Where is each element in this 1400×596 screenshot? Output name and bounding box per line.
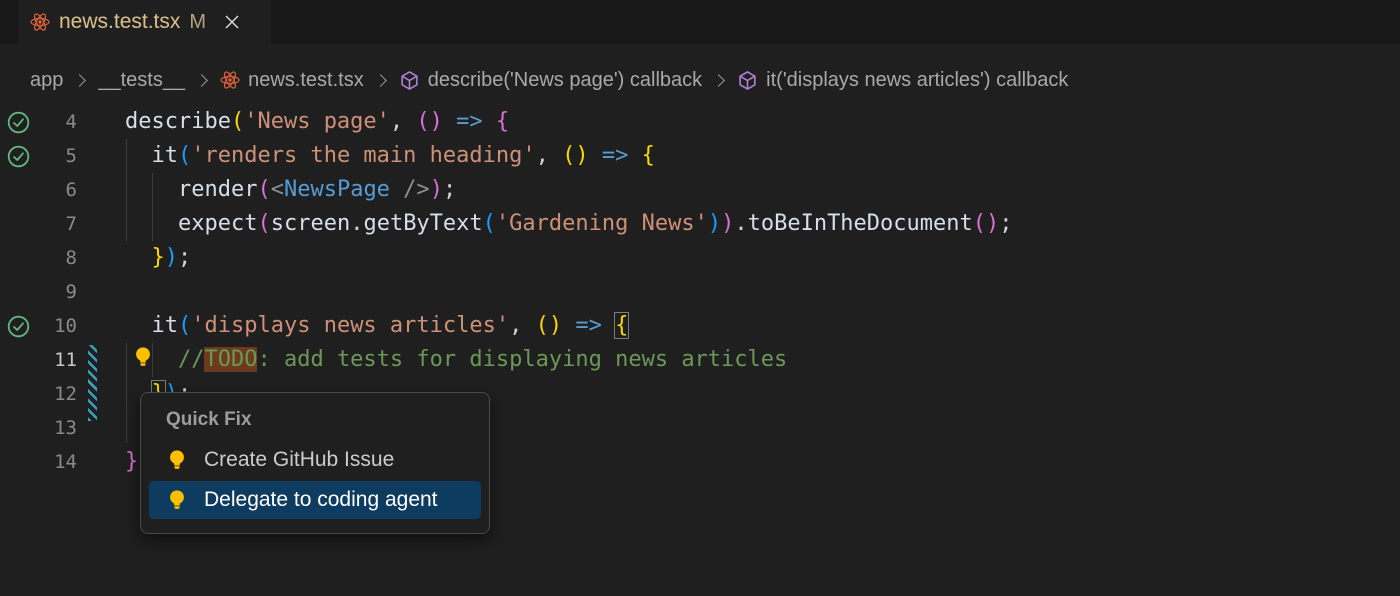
- vscode-editor-window: news.test.tsx M app __tests__ news.test.ts…: [0, 0, 1400, 596]
- breadcrumb-label: __tests__: [98, 69, 185, 92]
- quick-fix-item-delegate-to-coding-agent[interactable]: Delegate to coding agent: [149, 481, 481, 519]
- breadcrumb-item[interactable]: news.test.tsx: [220, 69, 364, 92]
- code-line[interactable]: 8 });: [0, 241, 1400, 275]
- react-file-icon: [30, 12, 50, 32]
- quick-fix-item-label: Delegate to coding agent: [204, 488, 438, 512]
- quick-fix-title: Quick Fix: [166, 409, 489, 431]
- line-number: 5: [36, 145, 77, 167]
- quick-fix-items: Create GitHub Issue Delegate to coding ag…: [141, 441, 489, 519]
- code-text[interactable]: expect(screen.getByText('Gardening News'…: [77, 207, 1013, 241]
- code-text[interactable]: //TODO: add tests for displaying news ar…: [77, 343, 787, 377]
- breadcrumb-item[interactable]: describe('News page') callback: [399, 69, 702, 92]
- code-line[interactable]: 6 render(<NewsPage />);: [0, 173, 1400, 207]
- tab-close-icon[interactable]: [219, 9, 245, 35]
- line-number: 10: [36, 315, 77, 337]
- lightbulb-icon: [166, 489, 188, 511]
- lightbulb-icon: [166, 449, 188, 471]
- react-icon: [220, 70, 240, 90]
- test-pass-icon[interactable]: [0, 145, 36, 168]
- line-number: 7: [36, 213, 77, 235]
- line-number: 12: [36, 383, 77, 405]
- breadcrumb-separator-icon: [195, 74, 208, 87]
- line-number: 13: [36, 417, 77, 439]
- breadcrumb-separator-icon: [712, 74, 725, 87]
- breadcrumb-item[interactable]: app: [30, 69, 63, 92]
- test-pass-icon[interactable]: [0, 315, 36, 338]
- breadcrumb: app __tests__ news.test.tsx describe('News …: [30, 60, 1068, 100]
- breadcrumb-label: app: [30, 69, 63, 92]
- breadcrumb-label: it('displays news articles') callback: [766, 69, 1068, 92]
- line-number: 14: [36, 451, 77, 473]
- code-text[interactable]: describe('News page', () => {: [77, 105, 509, 139]
- code-text[interactable]: render(<NewsPage />);: [77, 173, 456, 207]
- git-modified-badge: M: [189, 11, 206, 34]
- line-number: 9: [36, 281, 77, 303]
- breadcrumb-separator-icon: [74, 74, 87, 87]
- tab-filename: news.test.tsx: [59, 10, 180, 34]
- breadcrumb-label: describe('News page') callback: [428, 69, 702, 92]
- breadcrumb-label: news.test.tsx: [248, 69, 364, 92]
- code-line[interactable]: 4describe('News page', () => {: [0, 105, 1400, 139]
- tab-news-test-tsx[interactable]: news.test.tsx M: [18, 0, 271, 44]
- code-line[interactable]: 9: [0, 275, 1400, 309]
- code-text[interactable]: });: [77, 241, 191, 275]
- code-line[interactable]: 7 expect(screen.getByText('Gardening New…: [0, 207, 1400, 241]
- quick-fix-item-label: Create GitHub Issue: [204, 448, 394, 472]
- code-line[interactable]: 10 it('displays news articles', () => {: [0, 309, 1400, 343]
- code-line[interactable]: 5 it('renders the main heading', () => {: [0, 139, 1400, 173]
- breadcrumb-separator-icon: [374, 74, 387, 87]
- lightbulb-icon[interactable]: [132, 346, 155, 369]
- code-text[interactable]: it('renders the main heading', () => {: [77, 139, 655, 173]
- quick-fix-menu: Quick Fix Create GitHub Issue Delegate to…: [140, 392, 490, 534]
- code-text[interactable]: it('displays news articles', () => {: [77, 309, 628, 343]
- cube-icon: [737, 70, 758, 91]
- breadcrumb-item[interactable]: it('displays news articles') callback: [737, 69, 1068, 92]
- cube-icon: [399, 70, 420, 91]
- code-line[interactable]: 11 //TODO: add tests for displaying news…: [0, 343, 1400, 377]
- line-number: 6: [36, 179, 77, 201]
- test-pass-icon[interactable]: [0, 111, 36, 134]
- quick-fix-item-create-github-issue[interactable]: Create GitHub Issue: [149, 441, 481, 479]
- line-number: 11: [36, 349, 77, 371]
- breadcrumb-item[interactable]: __tests__: [98, 69, 185, 92]
- tab-bar: news.test.tsx M: [0, 0, 1400, 44]
- line-number: 8: [36, 247, 77, 269]
- line-number: 4: [36, 111, 77, 133]
